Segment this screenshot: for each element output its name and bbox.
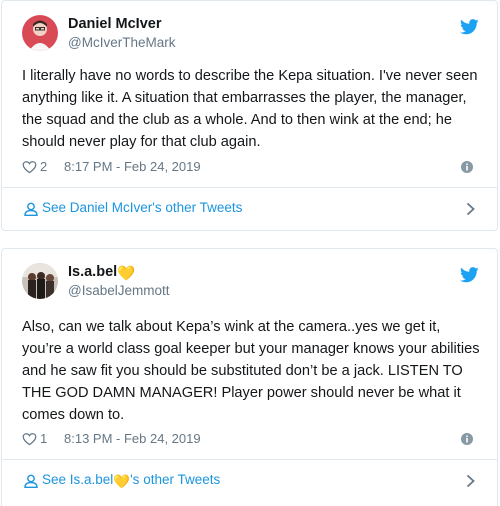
person-icon [24,202,38,216]
tweet-text: I literally have no words to describe th… [22,68,478,150]
heart-outline-icon[interactable] [22,432,37,446]
see-other-tweets-label[interactable]: See Is.a.bel💛's other Tweets [42,472,220,490]
twitter-bird-icon[interactable] [460,267,479,283]
author-name[interactable]: Is.a.bel💛 [68,264,135,282]
yellow-heart-emoji: 💛 [117,266,136,282]
info-icon[interactable] [461,433,473,445]
twitter-bird-icon[interactable] [460,19,479,35]
person-icon [24,474,38,488]
author-name[interactable]: Daniel McIver [68,16,162,32]
author-name-text[interactable]: Is.a.bel [68,264,117,280]
tweet-timestamp[interactable]: 8:13 PM - Feb 24, 2019 [64,431,201,446]
yellow-heart-emoji: 💛 [113,474,131,489]
tweet-text: Also, can we talk about Kepa’s wink at t… [22,319,480,423]
tweet-card: Daniel McIver @McIverTheMark I literally… [1,0,498,231]
avatar[interactable] [22,15,58,51]
info-icon[interactable] [461,161,473,173]
avatar[interactable] [22,263,58,299]
like-count[interactable]: 1 [40,431,47,446]
heart-outline-icon[interactable] [22,160,37,174]
tweet-card: Is.a.bel💛 @IsabelJemmott Also, can we ta… [1,248,498,506]
see-other-tweets-label[interactable]: See Daniel McIver's other Tweets [42,200,242,215]
see-other-tweets-link[interactable]: See Daniel McIver's other Tweets [2,188,497,230]
author-handle[interactable]: @IsabelJemmott [68,283,170,298]
see-other-tweets-link[interactable]: See Is.a.bel💛's other Tweets [2,460,497,502]
tweet-timestamp[interactable]: 8:17 PM - Feb 24, 2019 [64,159,201,174]
like-count[interactable]: 2 [40,159,47,174]
chevron-right-icon[interactable] [466,202,475,216]
chevron-right-icon[interactable] [466,474,475,488]
author-handle[interactable]: @McIverTheMark [68,35,175,50]
see-link-suffix[interactable]: 's other Tweets [130,472,220,487]
see-link-prefix[interactable]: See Is.a.bel [42,472,113,487]
